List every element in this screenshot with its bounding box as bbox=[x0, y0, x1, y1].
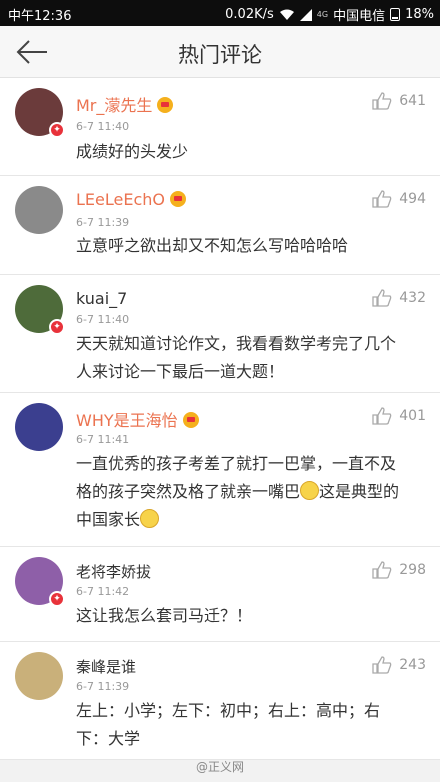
comment-time: 6-7 11:40 bbox=[76, 120, 130, 133]
verified-badge-icon: ✦ bbox=[49, 319, 65, 335]
vip-crown-icon bbox=[182, 412, 199, 428]
network-speed: 0.02K/s bbox=[225, 7, 274, 22]
avatar[interactable] bbox=[15, 652, 63, 700]
comment-item[interactable]: ✦ Mr_濛先生 6-7 11:40 成绩好的头发少 641 bbox=[0, 78, 440, 176]
comment-item[interactable]: 秦峰是谁 6-7 11:39 左上：小学；左下：初中；右上：高中；右下：大学 2… bbox=[0, 642, 440, 760]
comment-text: 成绩好的头发少 bbox=[76, 142, 189, 161]
verified-badge-icon: ✦ bbox=[49, 122, 65, 138]
like-button[interactable]: 298 bbox=[372, 561, 426, 579]
status-bar: 中午12:36 0.02K/s 4G 中国电信 18% bbox=[0, 0, 440, 26]
comment-time: 6-7 11:39 bbox=[76, 680, 130, 693]
signal-icon bbox=[299, 8, 312, 21]
avatar[interactable] bbox=[15, 403, 63, 451]
like-button[interactable]: 494 bbox=[372, 190, 426, 208]
vip-crown-icon bbox=[157, 97, 174, 113]
status-time: 中午12:36 bbox=[8, 9, 72, 24]
comment-time: 6-7 11:42 bbox=[76, 585, 130, 598]
avatar[interactable] bbox=[15, 186, 63, 234]
comment-text: 左上：小学；左下：初中；右上：高中；右下：大学 bbox=[76, 701, 381, 748]
user-name[interactable]: 秦峰是谁 bbox=[76, 656, 136, 677]
comment-item[interactable]: WHY是王海怡 6-7 11:41 一直优秀的孩子考差了就打一巴掌，一直不及格的… bbox=[0, 393, 440, 547]
like-count: 432 bbox=[399, 290, 426, 306]
thumbs-up-icon bbox=[372, 289, 392, 307]
thumbs-up-icon bbox=[372, 407, 392, 425]
comment-item[interactable]: LEeLeEchO 6-7 11:39 立意呼之欲出却又不知怎么写哈哈哈哈 49… bbox=[0, 176, 440, 275]
avatar[interactable]: ✦ bbox=[15, 285, 65, 335]
user-name[interactable]: kuai_7 bbox=[76, 289, 127, 308]
vip-crown-icon bbox=[169, 191, 186, 207]
comment-time: 6-7 11:40 bbox=[76, 313, 130, 326]
comment-text: 立意呼之欲出却又不知怎么写哈哈哈哈 bbox=[76, 236, 349, 255]
page-title: 热门评论 bbox=[178, 43, 262, 67]
watermark: @正义网 bbox=[196, 760, 245, 774]
like-button[interactable]: 243 bbox=[372, 656, 426, 674]
comment-item[interactable]: ✦ kuai_7 6-7 11:40 天天就知道讨论作文，我看看数学考完了几个人… bbox=[0, 275, 440, 393]
user-name[interactable]: LEeLeEchO bbox=[76, 190, 186, 209]
like-count: 298 bbox=[399, 562, 426, 578]
nav-bar: 热门评论 bbox=[0, 26, 440, 78]
emoji-shy-icon bbox=[300, 481, 320, 500]
thumbs-up-icon bbox=[372, 92, 392, 110]
thumbs-up-icon bbox=[372, 190, 392, 208]
battery-level: 18% bbox=[405, 7, 434, 22]
user-name[interactable]: 老将李娇拔 bbox=[76, 561, 151, 582]
comment-text: 一直优秀的孩子考差了就打一巴掌，一直不及格的孩子突然及格了就亲一嘴巴 这是典型的中… bbox=[76, 454, 400, 529]
thumbs-up-icon bbox=[372, 656, 392, 674]
battery-icon bbox=[390, 8, 401, 21]
status-icons: 0.02K/s 4G 中国电信 18% bbox=[225, 5, 434, 24]
comment-text: 这让我怎么套司马迁？！ bbox=[76, 606, 253, 625]
like-button[interactable]: 432 bbox=[372, 289, 426, 307]
like-button[interactable]: 401 bbox=[372, 407, 426, 425]
verified-badge-icon: ✦ bbox=[49, 591, 65, 607]
comment-text: 天天就知道讨论作文，我看看数学考完了几个人来讨论一下最后一道大题！ bbox=[76, 334, 397, 381]
emoji-smile-icon bbox=[140, 509, 160, 528]
like-count: 641 bbox=[399, 93, 426, 109]
wifi-icon bbox=[279, 9, 294, 20]
avatar[interactable]: ✦ bbox=[15, 557, 65, 607]
comment-list: ✦ Mr_濛先生 6-7 11:40 成绩好的头发少 641 LEeLeEchO… bbox=[0, 78, 440, 760]
comment-item[interactable]: ✦ 老将李娇拔 6-7 11:42 这让我怎么套司马迁？！ 298 bbox=[0, 547, 440, 642]
comment-time: 6-7 11:39 bbox=[76, 216, 130, 229]
like-count: 401 bbox=[399, 408, 426, 424]
like-count: 243 bbox=[399, 657, 426, 673]
avatar[interactable]: ✦ bbox=[15, 88, 65, 138]
comment-time: 6-7 11:41 bbox=[76, 433, 130, 446]
like-button[interactable]: 641 bbox=[372, 92, 426, 110]
like-count: 494 bbox=[399, 191, 426, 207]
thumbs-up-icon bbox=[372, 561, 392, 579]
carrier-name: 中国电信 bbox=[333, 9, 386, 24]
sim-label: 4G bbox=[316, 9, 329, 19]
user-name[interactable]: Mr_濛先生 bbox=[76, 92, 174, 116]
user-name[interactable]: WHY是王海怡 bbox=[76, 407, 199, 431]
